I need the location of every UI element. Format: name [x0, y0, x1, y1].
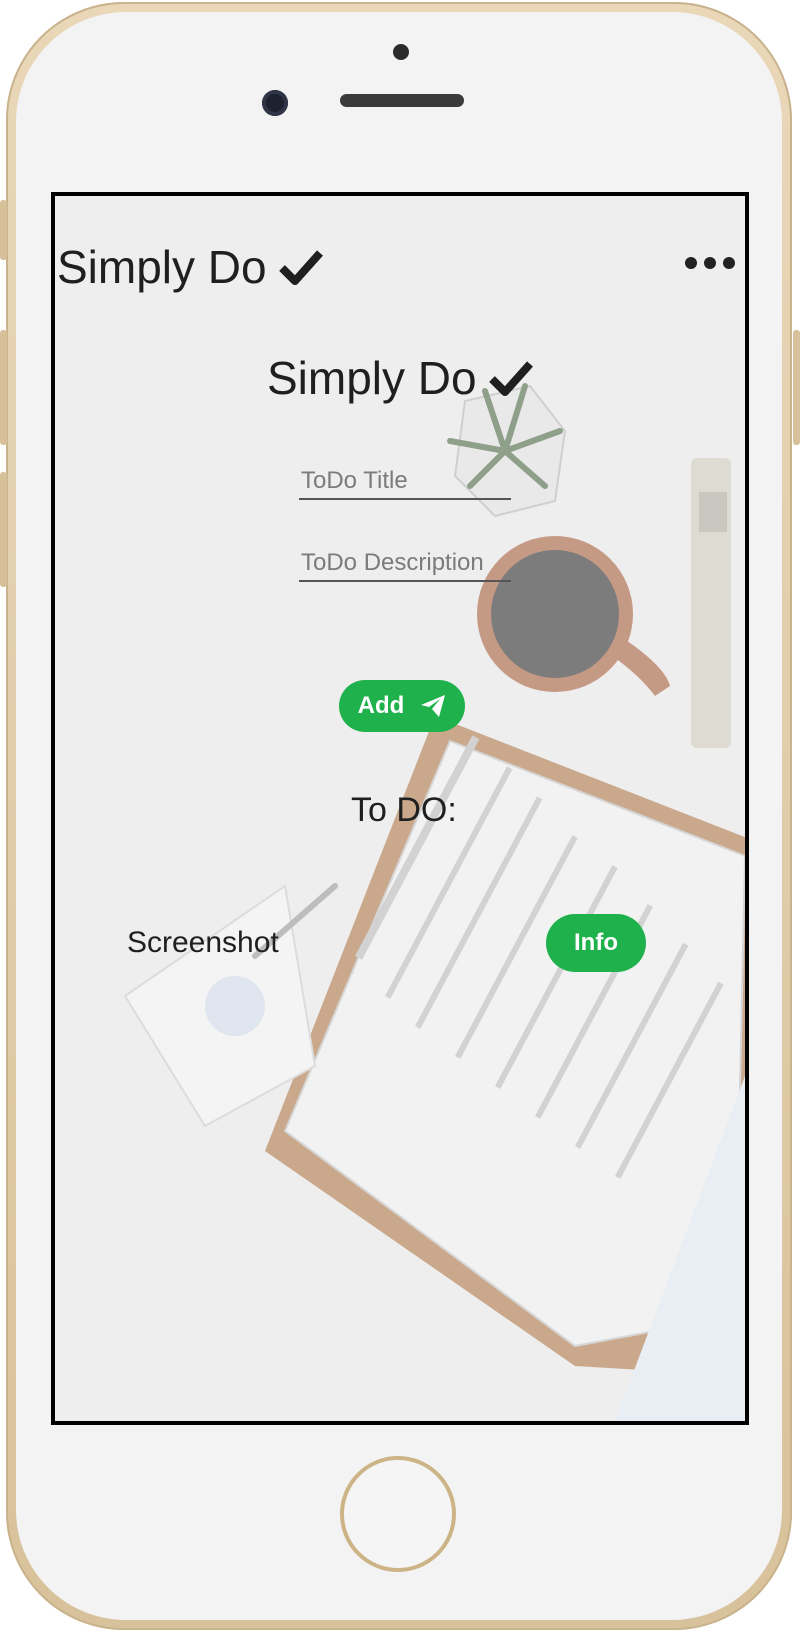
ringer-switch	[0, 200, 7, 260]
front-camera	[262, 90, 288, 116]
todo-list-heading: To DO:	[351, 791, 457, 829]
app-screen: Simply Do Simply Do Add To DO: Screensho…	[51, 192, 749, 1425]
page-title: Simply Do	[267, 351, 533, 405]
home-button[interactable]	[340, 1456, 456, 1572]
add-button[interactable]: Add	[339, 680, 465, 732]
todo-description-input[interactable]	[299, 546, 511, 582]
navbar-brand-label: Simply Do	[57, 241, 267, 293]
check-icon	[488, 361, 533, 396]
power-button	[793, 330, 800, 445]
check-icon	[278, 250, 323, 285]
ellipsis-icon[interactable]	[685, 248, 735, 278]
volume-down-button	[0, 472, 7, 587]
navbar: Simply Do	[55, 196, 745, 326]
navbar-brand[interactable]: Simply Do	[57, 240, 323, 294]
add-button-label: Add	[357, 692, 405, 719]
todo-item-title: Screenshot	[127, 926, 279, 959]
info-button[interactable]: Info	[546, 914, 646, 972]
info-button-label: Info	[574, 929, 618, 956]
page-title-label: Simply Do	[267, 352, 477, 404]
todo-title-input[interactable]	[299, 464, 511, 500]
earpiece-speaker	[340, 94, 464, 107]
proximity-sensor	[393, 44, 409, 60]
paper-plane-icon	[421, 695, 446, 717]
volume-up-button	[0, 330, 7, 445]
